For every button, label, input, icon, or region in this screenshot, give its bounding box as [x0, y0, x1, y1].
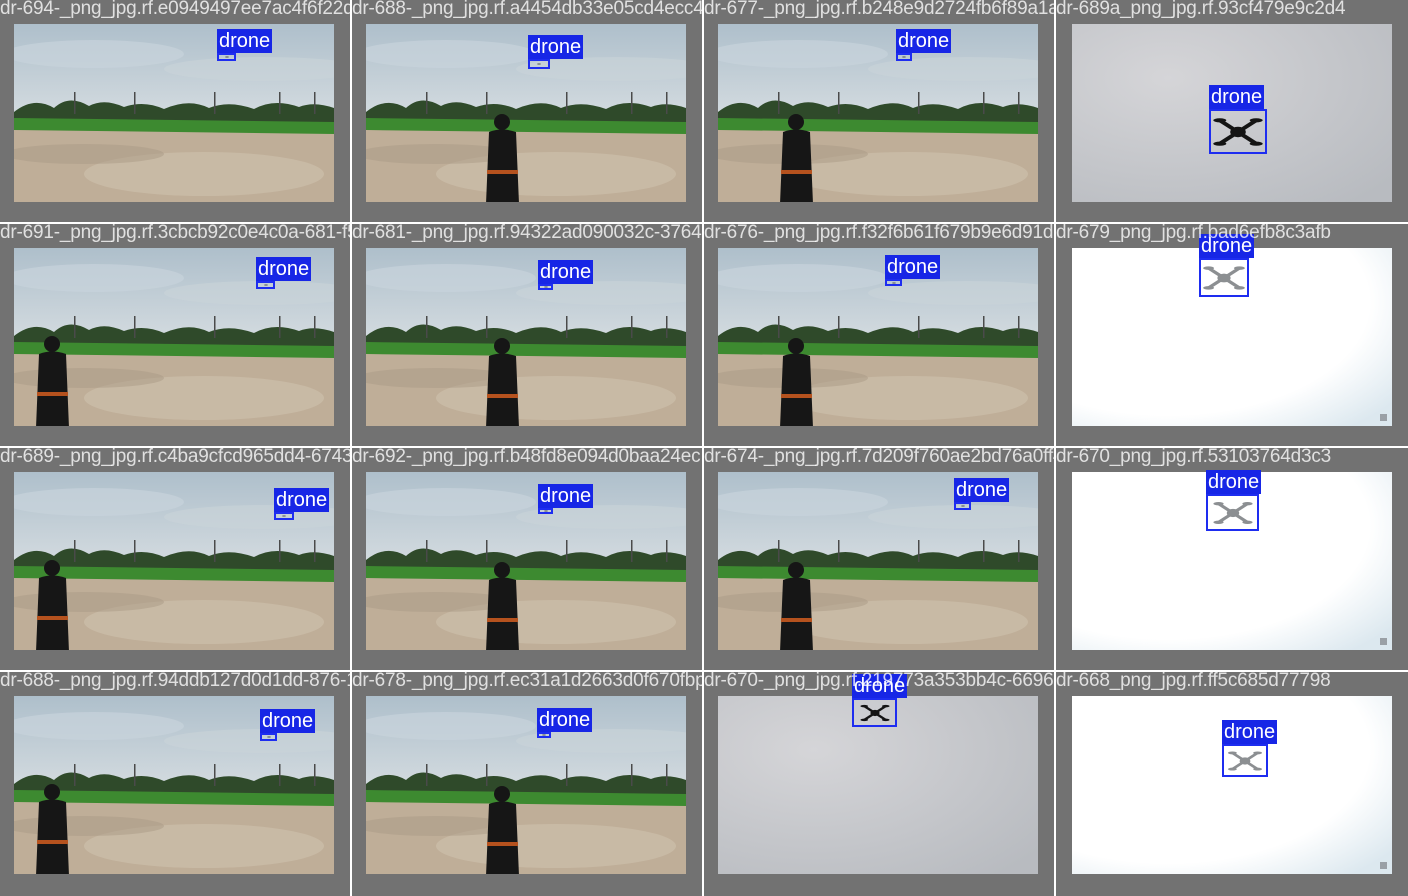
bounding-box — [954, 502, 971, 510]
image-filename: dr-694-_png_jpg.rf.e0949497ee7ac4f6f22d3 — [0, 0, 350, 19]
class-label: drone — [538, 260, 594, 284]
image-filename: dr-674-_png_jpg.rf.7d209f760ae2bd76a0ff4 — [704, 448, 1054, 467]
bounding-box — [538, 508, 553, 514]
class-label: drone — [1209, 85, 1265, 109]
result-tile: dr-681-_png_jpg.rf.94322ad090032c-376427 — [352, 224, 702, 446]
scene-image — [366, 696, 686, 874]
scene-image — [366, 472, 686, 650]
bounding-box — [1209, 109, 1267, 154]
class-label: drone — [528, 35, 584, 59]
bounding-box — [885, 279, 902, 286]
image-filename: dr-688-_png_jpg.rf.94ddb127d0d1dd-876-18… — [0, 672, 350, 691]
result-tile: dr-678-_png_jpg.rf.ec31a1d2663d0f670fbpn… — [352, 672, 702, 896]
bounding-box — [537, 732, 551, 738]
detection: drone — [1206, 470, 1262, 531]
detection: drone — [852, 674, 908, 727]
image-filename: dr-691-_png_jpg.rf.3cbcb92c0e4c0a-681-f5 — [0, 224, 350, 243]
class-label: drone — [538, 484, 594, 508]
detection: drone — [896, 29, 952, 61]
scene-image — [366, 24, 686, 202]
bounding-box — [852, 698, 897, 727]
class-label: drone — [896, 29, 952, 53]
bounding-box — [896, 53, 912, 61]
result-tile: dr-676-_png_jpg.rf.f32f6b61f679b9e6d91d0 — [704, 224, 1054, 446]
detection: drone — [538, 260, 594, 290]
image-filename: dr-676-_png_jpg.rf.f32f6b61f679b9e6d91d0 — [704, 224, 1054, 243]
image-filename: dr-678-_png_jpg.rf.ec31a1d2663d0f670fbpn… — [352, 672, 702, 691]
detection: drone — [537, 708, 593, 738]
image-filename: dr-681-_png_jpg.rf.94322ad090032c-376427 — [352, 224, 702, 243]
bounding-box — [1222, 744, 1268, 777]
image-filename: dr-688-_png_jpg.rf.a4454db33e05cd4ecc4e4 — [352, 0, 702, 19]
image-filename: dr-689-_png_jpg.rf.c4ba9cfcd965dd4-6743f — [0, 448, 350, 467]
image-filename: dr-679_png_jpg.rf.bad6efb8c3afb — [1056, 224, 1331, 243]
detection: drone — [538, 484, 594, 514]
bounding-box — [256, 281, 275, 289]
detection: drone — [260, 709, 316, 741]
image-filename: dr-692-_png_jpg.rf.b48fd8e094d0baa24ec — [352, 448, 701, 467]
class-label: drone — [256, 257, 312, 281]
bounding-box — [217, 53, 236, 61]
result-tile: dr-668_png_jpg.rf.ff5c685d77798 — [1056, 672, 1408, 896]
bounding-box — [260, 733, 277, 741]
class-label: drone — [537, 708, 593, 732]
scene-image — [718, 24, 1038, 202]
image-filename: dr-689a_png_jpg.rf.93cf479e9c2d4 — [1056, 0, 1346, 19]
detection: drone — [1209, 85, 1267, 154]
image-filename: dr-670-_png_jpg.rf.219773a353bb4c-6696-2… — [704, 672, 1054, 691]
bounding-box — [1206, 494, 1259, 531]
bounding-box — [528, 59, 550, 69]
detection: drone — [528, 35, 584, 69]
detection: drone — [954, 478, 1010, 510]
class-label: drone — [217, 29, 273, 53]
detection: drone — [885, 255, 941, 286]
class-label: drone — [260, 709, 316, 733]
result-tile: dr-688-_png_jpg.rf.a4454db33e05cd4ecc4e4 — [352, 0, 702, 222]
result-tile: dr-689-_png_jpg.rf.c4ba9cfcd965dd4-6743f — [0, 448, 350, 670]
class-label: drone — [1206, 470, 1262, 494]
detection: drone — [256, 257, 312, 289]
scene-image — [718, 248, 1038, 426]
bounding-box — [538, 284, 553, 290]
result-tile: dr-692-_png_jpg.rf.b48fd8e094d0baa24ec — [352, 448, 702, 670]
detection: drone — [1222, 720, 1278, 777]
detection: drone — [217, 29, 273, 61]
class-label: drone — [954, 478, 1010, 502]
detection: drone — [274, 488, 330, 520]
result-tile: dr-677-_png_jpg.rf.b248e9d2724fb6f89a1a — [704, 0, 1054, 222]
bounding-box — [1199, 258, 1249, 297]
class-label: drone — [1222, 720, 1278, 744]
scene-image — [366, 248, 686, 426]
class-label: drone — [885, 255, 941, 279]
detection: drone — [1199, 234, 1255, 297]
detection-results-grid: dr-694-_png_jpg.rf.e0949497ee7ac4f6f22d3… — [0, 0, 1408, 896]
result-tile: dr-688-_png_jpg.rf.94ddb127d0d1dd-876-18… — [0, 672, 350, 896]
image-filename: dr-677-_png_jpg.rf.b248e9d2724fb6f89a1a — [704, 0, 1054, 19]
class-label: drone — [274, 488, 330, 512]
image-filename: dr-668_png_jpg.rf.ff5c685d77798 — [1056, 672, 1331, 691]
image-filename: dr-670_png_jpg.rf.53103764d3c3 — [1056, 448, 1332, 467]
bounding-box — [274, 512, 294, 520]
scene-image — [14, 24, 334, 202]
result-tile: dr-694-_png_jpg.rf.e0949497ee7ac4f6f22d3 — [0, 0, 350, 222]
